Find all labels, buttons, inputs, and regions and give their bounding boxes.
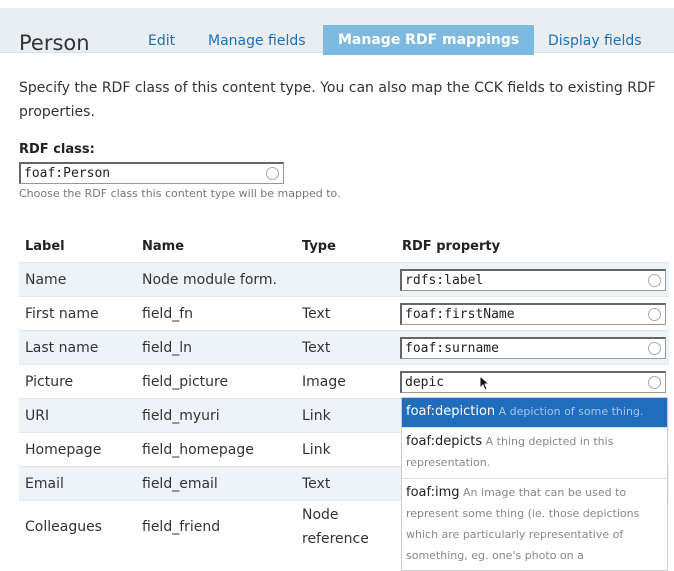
rdf-property-input[interactable]: rdfs:label xyxy=(400,268,666,291)
tab-edit[interactable]: Edit xyxy=(148,33,175,49)
page-header: Person Edit Manage fields Manage RDF map… xyxy=(0,8,674,55)
rdf-property-value: foaf:surname xyxy=(405,340,499,356)
row-label: Homepage xyxy=(19,432,136,467)
suggestion-key: foaf:depicts xyxy=(406,434,483,449)
row-type: Link xyxy=(296,432,396,467)
throbber-circle-icon xyxy=(266,167,279,180)
throbber-circle-icon xyxy=(648,375,661,389)
row-name: field_fn xyxy=(136,296,296,331)
row-label: Last name xyxy=(19,330,136,365)
suggestion-desc: A depiction of some thing. xyxy=(498,405,644,418)
autocomplete-suggestion-selected[interactable]: foaf:depiction A depiction of some thing… xyxy=(402,398,667,427)
intro-text: Specify the RDF class of this content ty… xyxy=(19,80,656,120)
autocomplete-suggestion[interactable]: foaf:img An image that can be used to re… xyxy=(402,478,667,570)
rdf-property-value: depic xyxy=(405,374,445,390)
row-type: Link xyxy=(296,398,396,433)
rdf-property-cell: rdfs:label xyxy=(396,262,669,297)
row-type: Node reference xyxy=(296,500,396,553)
table-row: First name field_fn Text foaf:firstName xyxy=(19,296,669,331)
throbber-circle-icon xyxy=(648,307,661,321)
table-row: Name Node module form. rdfs:label xyxy=(19,262,669,297)
row-name: field_ln xyxy=(136,330,296,365)
row-name: field_friend xyxy=(136,500,296,553)
throbber-circle-icon xyxy=(648,273,661,287)
row-label: Email xyxy=(19,466,136,501)
rdf-class-value: foaf:Person xyxy=(24,166,111,181)
row-label: Picture xyxy=(19,364,136,399)
rdf-property-cell: foaf:firstName xyxy=(396,296,669,331)
row-label: Colleagues xyxy=(19,500,136,553)
header-label: Label xyxy=(25,238,65,254)
rdf-class-help: Choose the RDF class this content type w… xyxy=(19,187,341,200)
table-row: Picture field_picture Image depic xyxy=(19,364,669,399)
table-header-row: Label Name Type RDF property xyxy=(19,230,669,263)
row-name: Node module form. xyxy=(136,262,296,297)
row-type: Text xyxy=(296,466,396,501)
rdf-class-label: RDF class: xyxy=(19,142,95,157)
rdf-property-input[interactable]: foaf:surname xyxy=(400,336,666,359)
rdf-property-input-active[interactable]: depic xyxy=(400,370,666,393)
tab-manage-rdf-mappings[interactable]: Manage RDF mappings xyxy=(323,25,535,55)
row-name: field_email xyxy=(136,466,296,501)
rdf-property-cell: foaf:surname xyxy=(396,330,669,365)
suggestion-key: foaf:img xyxy=(406,485,460,500)
row-label: URI xyxy=(19,398,136,433)
header-name: Name xyxy=(142,238,185,254)
tab-manage-fields[interactable]: Manage fields xyxy=(208,33,306,49)
autocomplete-suggestion[interactable]: foaf:depicts A thing depicted in this re… xyxy=(402,427,667,478)
throbber-circle-icon xyxy=(648,341,661,355)
suggestion-key: foaf:depiction xyxy=(406,404,496,419)
autocomplete-dropdown: foaf:depiction A depiction of some thing… xyxy=(401,397,668,571)
row-label: First name xyxy=(19,296,136,331)
rdf-property-value: rdfs:label xyxy=(405,272,484,288)
row-type xyxy=(296,262,396,297)
header-rdf-property: RDF property xyxy=(402,238,501,254)
rdf-property-value: foaf:firstName xyxy=(405,306,515,322)
row-label: Name xyxy=(19,262,136,297)
row-type: Text xyxy=(296,330,396,365)
tab-display-fields[interactable]: Display fields xyxy=(548,33,642,49)
row-type: Text xyxy=(296,296,396,331)
header-type: Type xyxy=(302,238,336,254)
row-name: field_myuri xyxy=(136,398,296,433)
rdf-property-cell: depic xyxy=(396,364,669,399)
rdf-class-input[interactable]: foaf:Person xyxy=(19,162,284,184)
page-title: Person xyxy=(19,31,90,55)
row-name: field_homepage xyxy=(136,432,296,467)
mouse-cursor-icon xyxy=(479,375,491,391)
row-name: field_picture xyxy=(136,364,296,399)
row-type: Image xyxy=(296,364,396,399)
rdf-property-input[interactable]: foaf:firstName xyxy=(400,302,666,325)
table-row: Last name field_ln Text foaf:surname xyxy=(19,330,669,365)
